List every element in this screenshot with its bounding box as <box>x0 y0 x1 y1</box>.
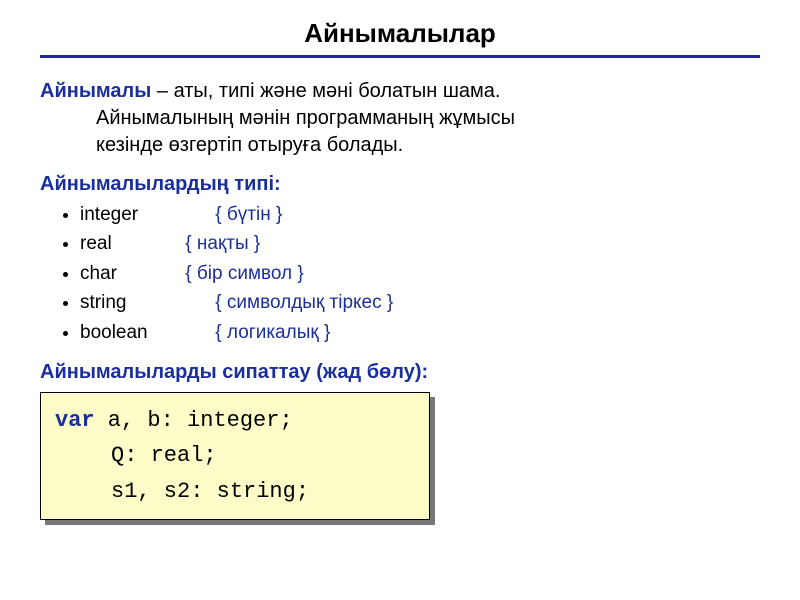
declare-heading: Айнымалыларды сипаттау (жад бөлу): <box>40 361 760 384</box>
type-comment: { логикалық } <box>215 322 330 343</box>
type-comment: { нақты } <box>185 233 260 254</box>
type-name: integer <box>80 200 210 229</box>
term: Айнымалы <box>40 80 151 102</box>
keyword-var: var <box>55 408 95 433</box>
definition-text-3: кезінде өзгертіп отыруға болады. <box>40 132 760 159</box>
type-name: boolean <box>80 318 210 347</box>
types-heading: Айнымалылардың типі: <box>40 173 760 196</box>
types-list: integer { бүтін } real { нақты } char { … <box>80 200 760 347</box>
definition-text-2: Айнымалының мәнін программаның жұмысы <box>40 105 760 132</box>
type-comment: { символдық тіркес } <box>215 292 393 313</box>
page-title: Айнымалылар <box>40 18 760 58</box>
type-name: string <box>80 288 210 317</box>
list-item: char { бір символ } <box>80 259 760 288</box>
list-item: integer { бүтін } <box>80 200 760 229</box>
list-item: boolean { логикалық } <box>80 318 760 347</box>
type-name: real <box>80 229 180 258</box>
code-box-wrap: var a, b: integer; Q: real; s1, s2: stri… <box>40 392 760 520</box>
type-name: char <box>80 259 180 288</box>
code-line-2: Q: real; <box>55 438 415 473</box>
type-comment: { бір символ } <box>185 263 304 284</box>
type-comment: { бүтін } <box>215 204 282 225</box>
code-line-3: s1, s2: string; <box>55 474 415 509</box>
list-item: string { символдық тіркес } <box>80 288 760 317</box>
code-line-1: var a, b: integer; <box>55 403 415 438</box>
code-box: var a, b: integer; Q: real; s1, s2: stri… <box>40 392 430 520</box>
code-line-1-rest: a, b: integer; <box>95 408 293 433</box>
definition-text-1: – аты, типі және мәні болатын шама. <box>151 80 500 102</box>
list-item: real { нақты } <box>80 229 760 258</box>
slide: Айнымалылар Айнымалы – аты, типі және мә… <box>0 0 800 540</box>
definition: Айнымалы – аты, типі және мәні болатын ш… <box>40 78 760 159</box>
